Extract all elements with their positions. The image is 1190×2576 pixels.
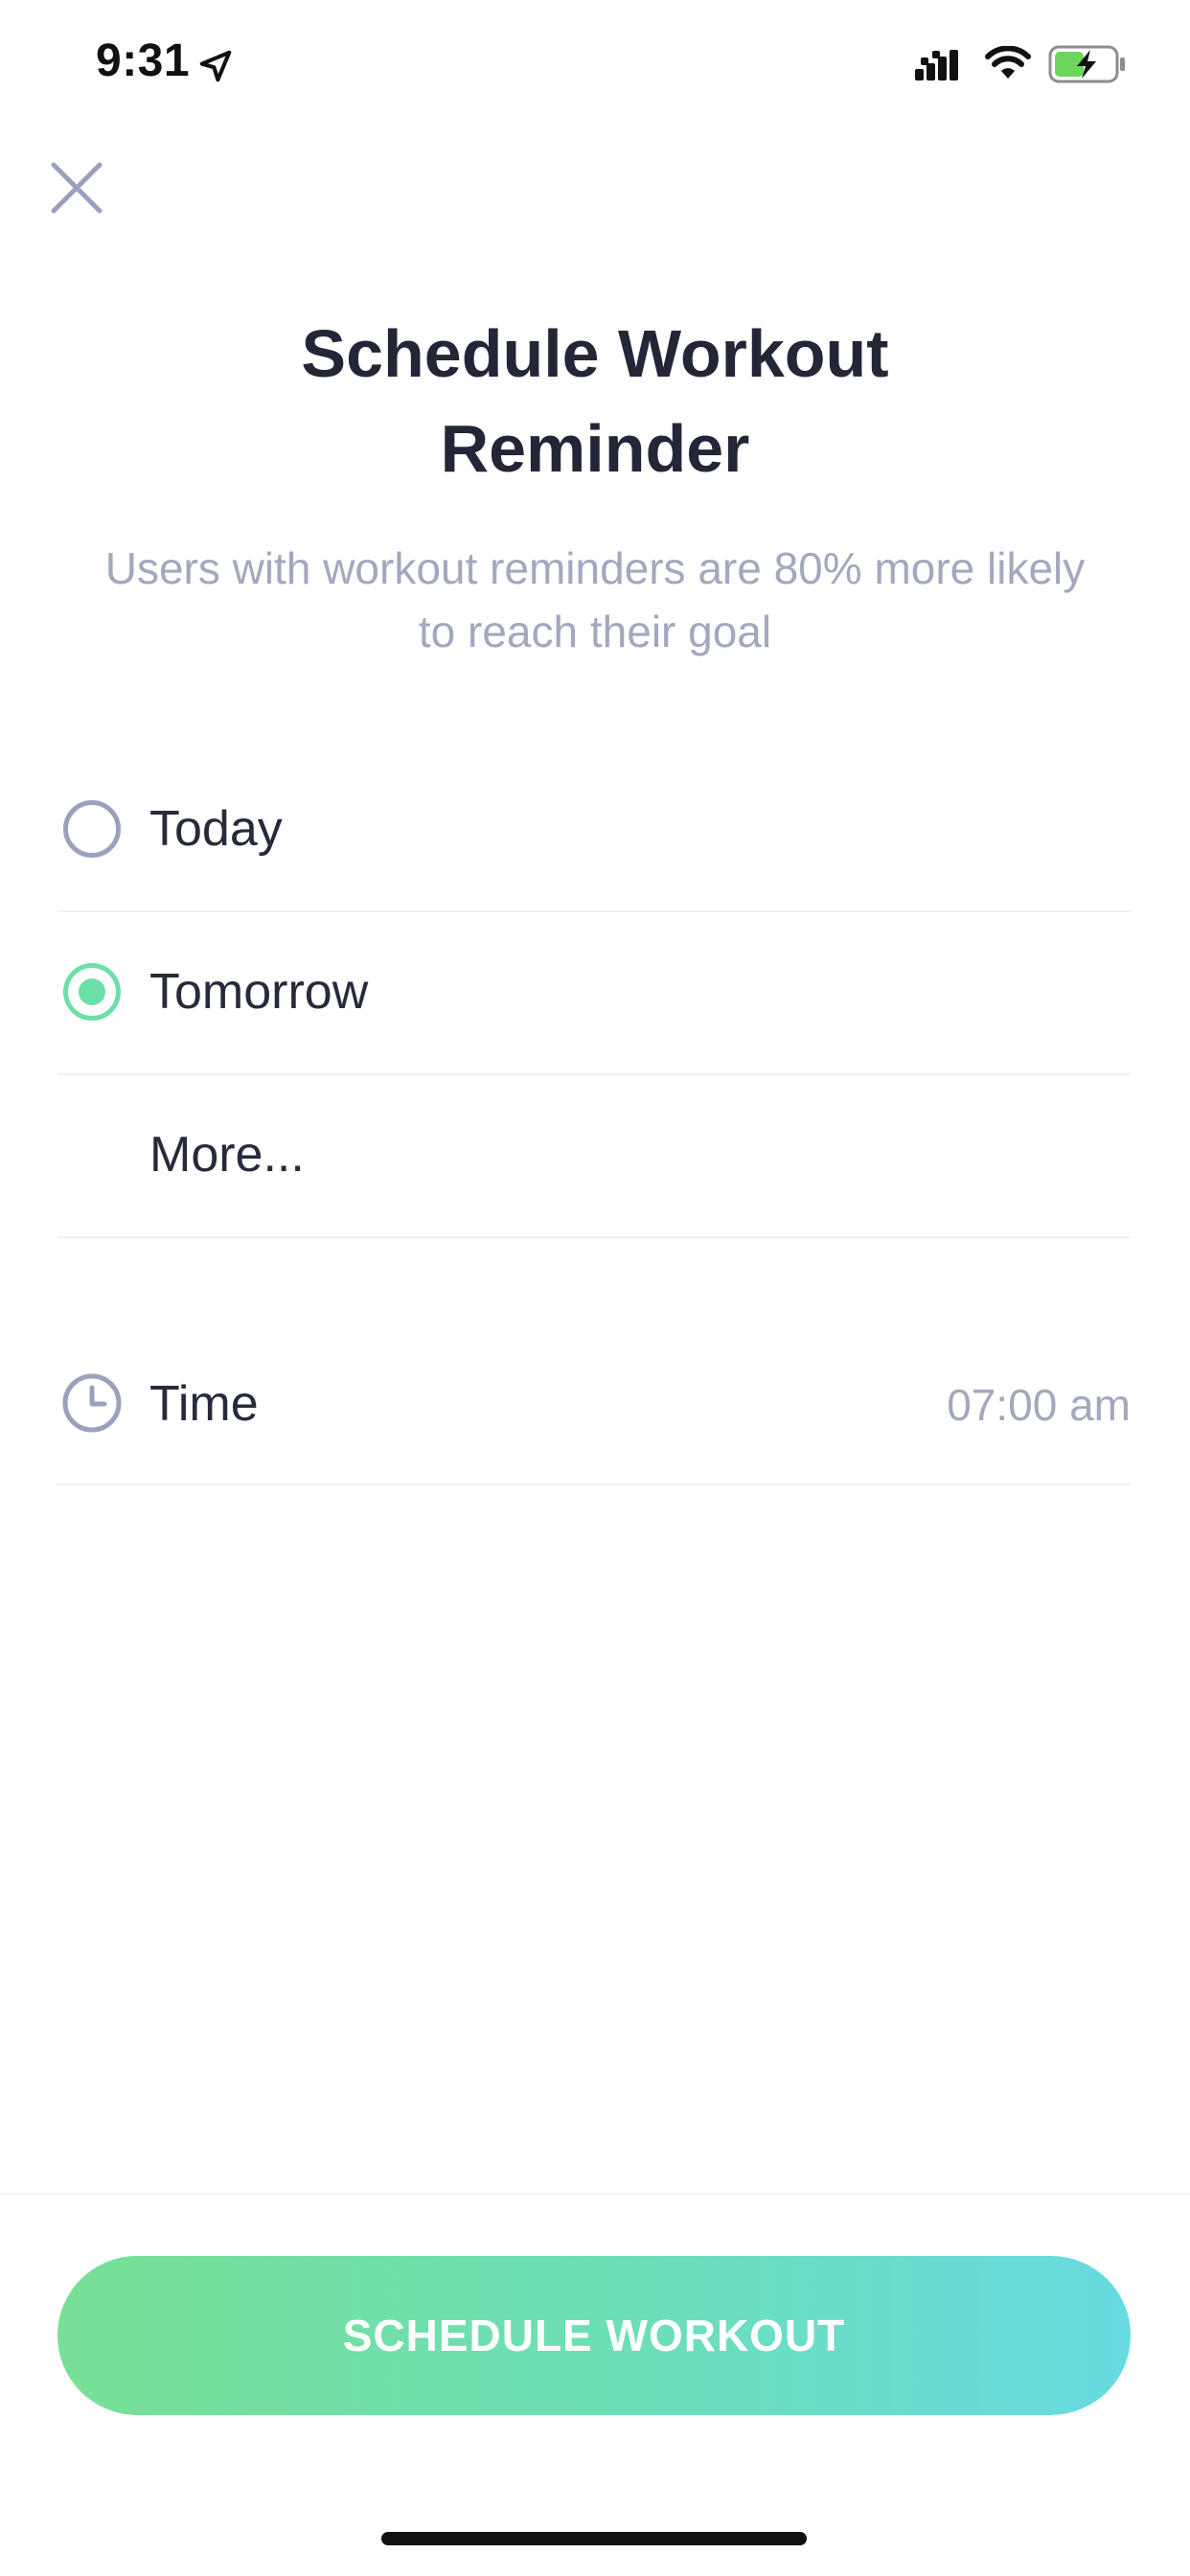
time-row[interactable]: Time 07:00 am — [57, 1322, 1131, 1485]
option-today[interactable]: Today — [57, 749, 1131, 912]
option-more[interactable]: More... — [57, 1075, 1131, 1238]
clock-icon — [62, 1373, 122, 1433]
radio-unselected-icon[interactable] — [63, 800, 121, 858]
page-subtitle-line1: Users with workout reminders are 80% mor… — [104, 543, 1086, 593]
status-bar: 9:31 — [0, 0, 1190, 128]
page-subtitle: Users with workout reminders are 80% mor… — [67, 537, 1123, 663]
radio-selected-icon[interactable] — [63, 963, 121, 1021]
location-arrow-icon — [199, 50, 232, 82]
schedule-reminder-screen: 9:31 Schedule Workout Reminder Users wit… — [0, 0, 1190, 2576]
page-title-line2: Reminder — [440, 411, 750, 486]
time-label: Time — [149, 1376, 259, 1432]
time-value[interactable]: 07:00 am — [947, 1376, 1131, 1434]
battery-charging-icon — [1048, 45, 1125, 83]
status-time: 9:31 — [96, 35, 191, 86]
close-button[interactable] — [44, 155, 109, 220]
page-title: Schedule Workout Reminder — [0, 307, 1190, 496]
page-title-line1: Schedule Workout — [301, 316, 889, 391]
cellular-signal-icon — [915, 50, 958, 80]
wifi-icon — [985, 46, 1031, 79]
close-icon — [51, 162, 103, 214]
option-label: Tomorrow — [149, 964, 369, 1020]
schedule-workout-button[interactable]: SCHEDULE WORKOUT — [57, 2256, 1131, 2415]
page-subtitle-line2: to reach their goal — [418, 607, 772, 656]
footer-divider — [0, 2193, 1190, 2196]
home-indicator — [381, 2532, 807, 2545]
option-label: Today — [149, 801, 283, 857]
option-tomorrow[interactable]: Tomorrow — [57, 912, 1131, 1075]
option-label: More... — [149, 1127, 305, 1183]
